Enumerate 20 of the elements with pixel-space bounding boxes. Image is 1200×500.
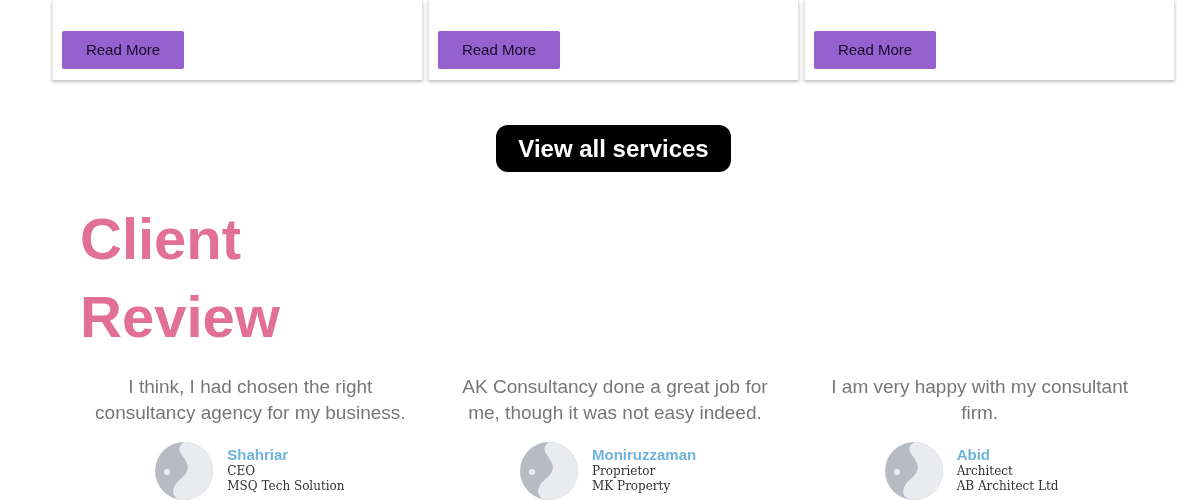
read-more-button[interactable]: Read More [438, 31, 560, 69]
section-heading: Client Review [80, 205, 281, 351]
reviewer-role: Architect [956, 464, 1014, 479]
avatar-icon [884, 442, 943, 500]
read-more-button[interactable]: Read More [62, 31, 184, 69]
reviewer-role: Proprietor [592, 464, 657, 479]
reviewer-company: AB Architect Ltd [956, 479, 1059, 493]
read-more-button[interactable]: Read More [814, 31, 936, 69]
reviewer-company: MSQ Tech Solution [227, 479, 345, 493]
reviewer-name: Shahriar [227, 446, 290, 464]
review-quote: I think, I had chosen the right consultancy agency for my business. [94, 375, 407, 425]
review-quote: I am very happy with my consultant firm. [830, 375, 1130, 425]
reviewer-name: Abid [956, 446, 991, 464]
avatar-icon [520, 442, 578, 500]
reviewer-company: MK Property [592, 479, 672, 493]
reviewer-role: CEO [227, 464, 257, 479]
view-all-services-button[interactable]: View all services [496, 125, 731, 172]
avatar-icon [155, 442, 214, 500]
reviewer-name: Moniruzzaman [592, 446, 697, 464]
review-quote: AK Consultancy done a great job for me, though it was not easy indeed. [461, 375, 769, 425]
